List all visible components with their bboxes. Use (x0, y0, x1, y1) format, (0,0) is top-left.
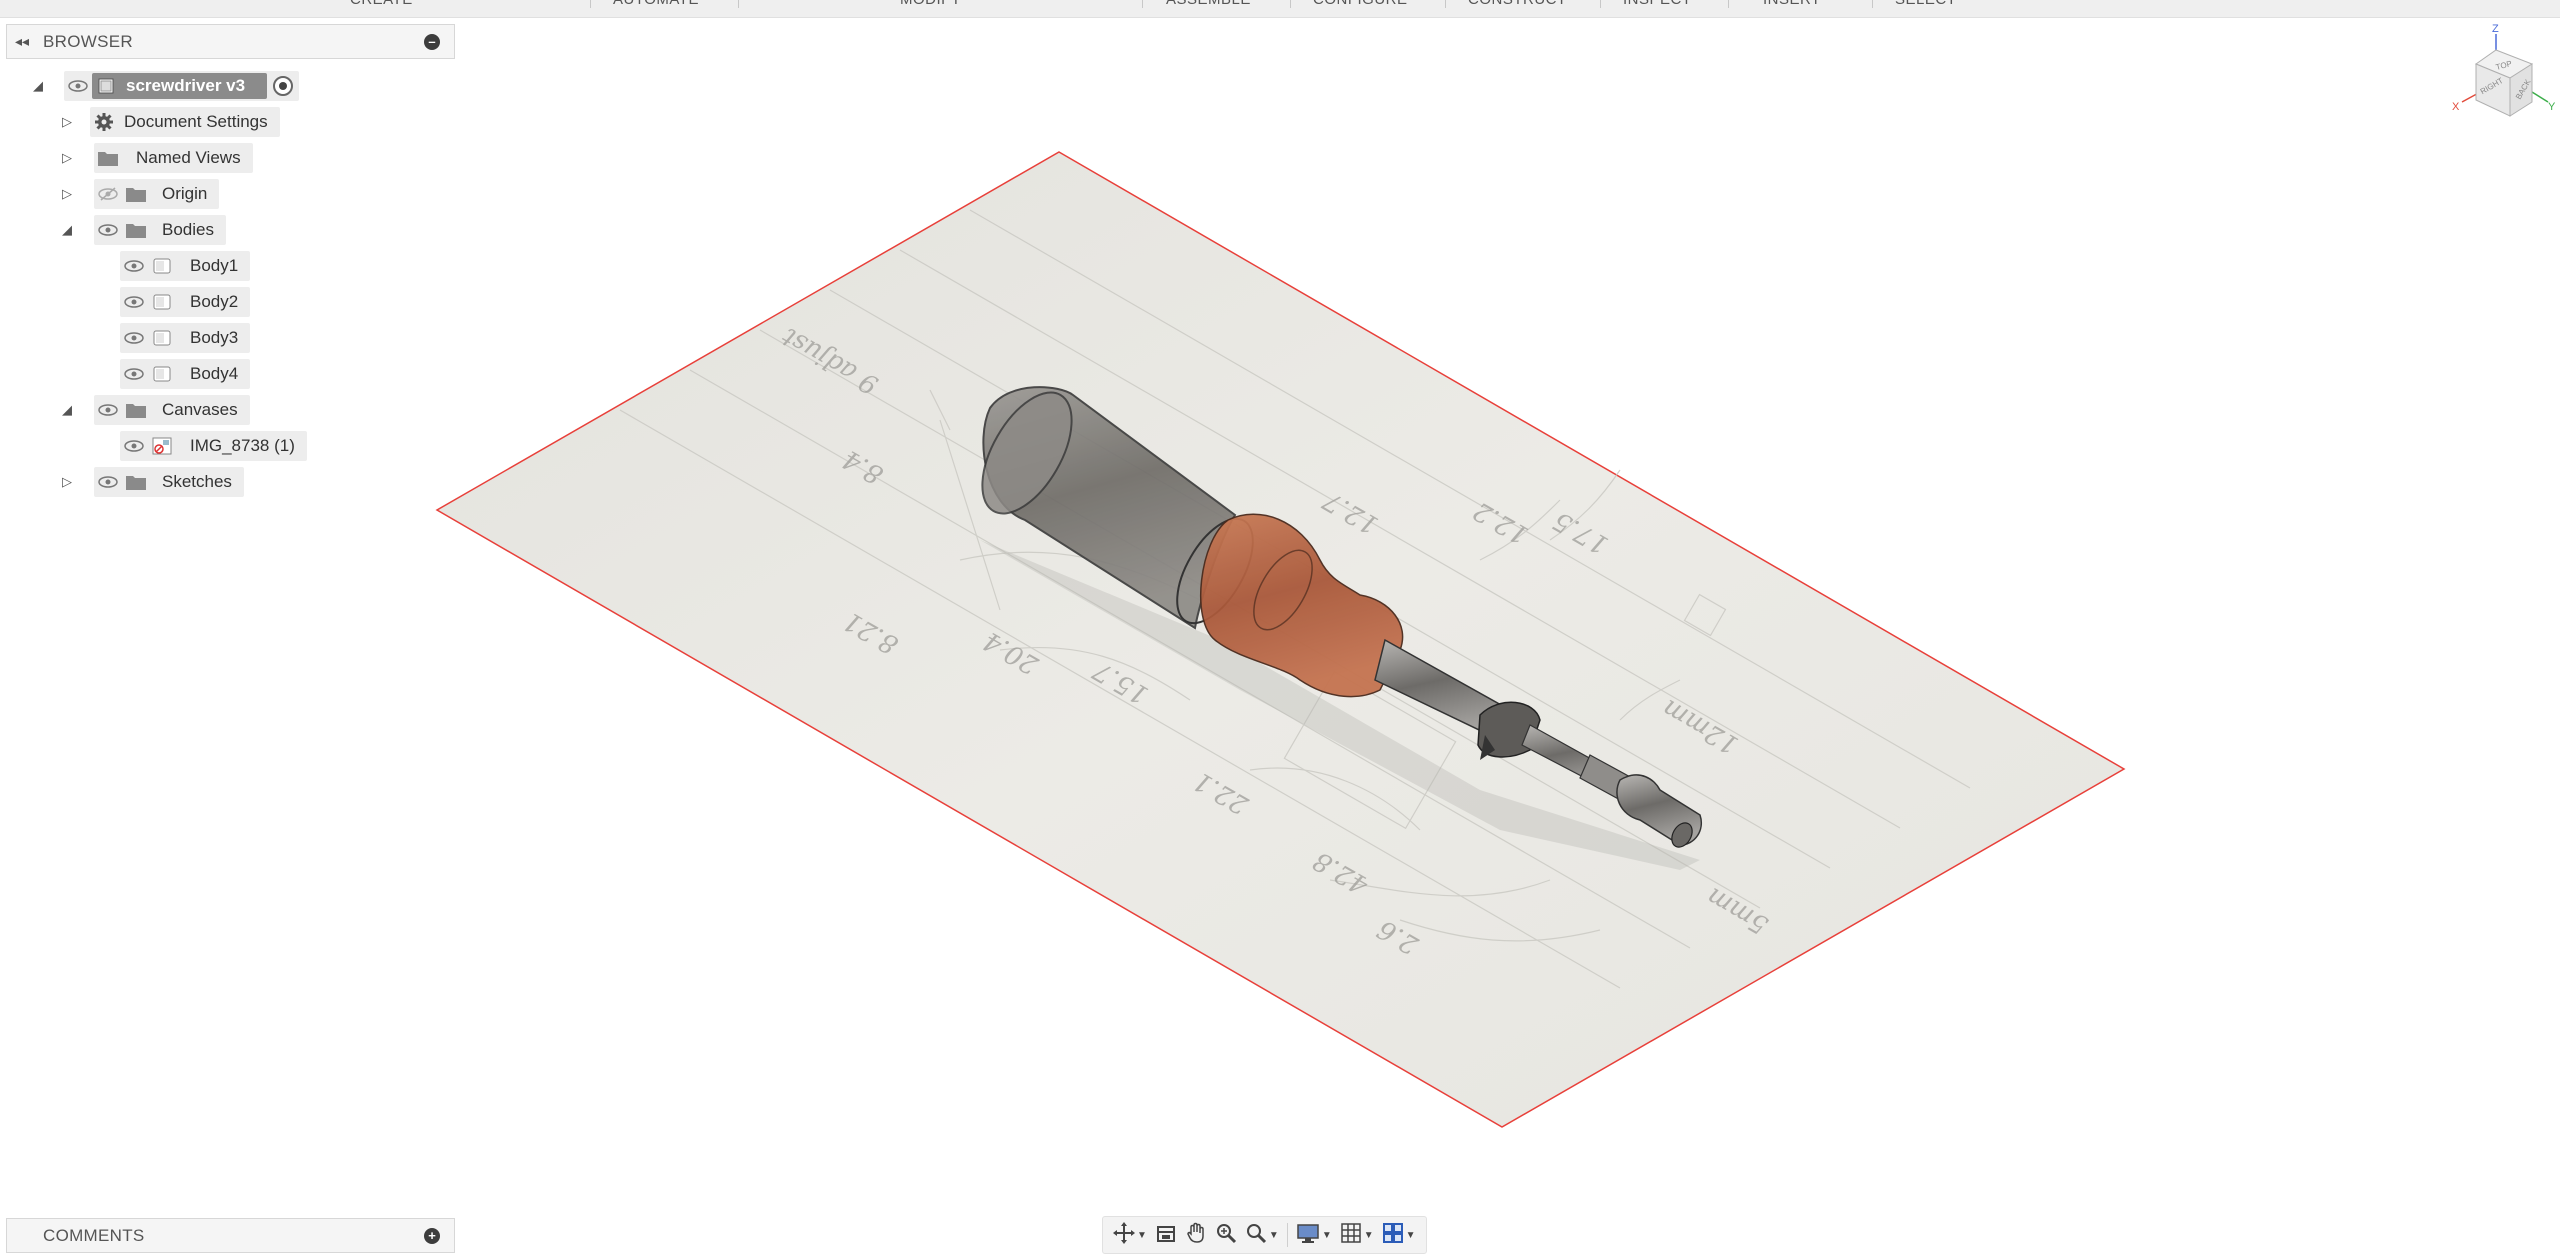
browser-title: BROWSER (43, 31, 133, 51)
browser-header: ◂◂ BROWSER – (6, 24, 455, 59)
comments-panel: COMMENTS + (6, 1218, 455, 1253)
tree-label: Bodies (162, 220, 214, 239)
tree-label: Sketches (162, 472, 232, 491)
body-icon (148, 251, 176, 281)
display-settings-icon (1296, 1222, 1320, 1249)
tree-body1[interactable]: Body1 (120, 251, 251, 281)
root-label: screwdriver v3 (126, 76, 246, 95)
navbar-separator (1286, 1223, 1288, 1247)
folder-icon (122, 467, 150, 497)
tree-named-views[interactable]: Named Views (94, 143, 253, 173)
tree-body3[interactable]: Body3 (120, 323, 251, 353)
chevron-down-icon[interactable]: ▼ (1137, 1230, 1147, 1241)
chevron-down-icon[interactable]: ▼ (1406, 1230, 1416, 1241)
zoom-button[interactable] (1211, 1218, 1241, 1252)
zoom-window-icon (1245, 1222, 1267, 1249)
body-icon (148, 287, 176, 317)
fusion-app-window: CREATE AUTOMATE MODIFY ASSEMBLE CONFIGUR… (0, 0, 2560, 1255)
tree-body2[interactable]: Body2 (120, 287, 251, 317)
grid-settings-icon (1340, 1222, 1362, 1249)
visibility-eye-icon[interactable] (64, 71, 92, 101)
visibility-eye-icon[interactable] (94, 215, 122, 245)
browser-minimize-button[interactable]: – (424, 33, 440, 50)
axis-y-label: Y (2548, 101, 2556, 113)
component-icon (92, 71, 120, 101)
visibility-eye-icon[interactable] (94, 467, 122, 497)
tree-origin[interactable]: Origin (94, 179, 220, 209)
comments-title: COMMENTS (43, 1225, 145, 1245)
viewports-icon (1382, 1222, 1404, 1249)
expand-origin-toggle[interactable]: ▷ (59, 186, 75, 202)
visibility-eye-icon[interactable] (120, 287, 148, 317)
tree-sketches[interactable]: Sketches (94, 467, 244, 497)
tree-document-settings[interactable]: Document Settings (90, 107, 280, 137)
3d-viewport[interactable]: 9 adjust 8.4 20.4 15.7 12.7 12.2 17.5 22… (0, 18, 2560, 1255)
tree-label: Named Views (136, 148, 241, 167)
expand-named-views-toggle[interactable]: ▷ (59, 150, 75, 166)
comments-header[interactable]: COMMENTS + (6, 1218, 455, 1253)
orbit-button[interactable]: ▼ (1109, 1218, 1151, 1252)
folder-icon (122, 179, 150, 209)
tree-canvases[interactable]: Canvases (94, 395, 250, 425)
viewports-button[interactable]: ▼ (1378, 1218, 1420, 1252)
look-at-button[interactable] (1151, 1218, 1181, 1252)
visibility-eye-icon[interactable] (120, 323, 148, 353)
tree-label: Origin (162, 184, 208, 203)
chevron-down-icon[interactable]: ▼ (1364, 1230, 1374, 1241)
visibility-eye-icon[interactable] (120, 359, 148, 389)
tree-label: IMG_8738 (1) (190, 436, 295, 455)
grid-settings-button[interactable]: ▼ (1336, 1218, 1378, 1252)
view-cube[interactable]: Z X Y TOP RIGHT BACK (2448, 20, 2558, 130)
display-settings-button[interactable]: ▼ (1292, 1218, 1336, 1252)
browser-panel: ◂◂ BROWSER – ◢ screwdriver v3 ▷ Document… (6, 24, 455, 497)
folder-icon (94, 143, 122, 173)
expand-sketches-toggle[interactable]: ▷ (59, 474, 75, 490)
canvas-image-icon (148, 431, 176, 461)
tree-root[interactable]: screwdriver v3 (64, 71, 300, 101)
folder-icon (122, 395, 150, 425)
collapse-panel-icon[interactable]: ◂◂ (7, 33, 37, 50)
zoom-icon (1215, 1222, 1237, 1249)
tree-label: Body4 (190, 364, 239, 383)
tree-canvas-image[interactable]: IMG_8738 (1) (120, 431, 307, 461)
look-at-icon (1155, 1222, 1177, 1249)
tree-label: Body3 (190, 328, 239, 347)
root-component-highlight[interactable]: screwdriver v3 (92, 71, 268, 101)
expand-canvases-toggle[interactable]: ◢ (59, 402, 75, 418)
hidden-eye-icon[interactable] (94, 179, 122, 209)
pan-icon (1185, 1222, 1207, 1249)
visibility-eye-icon[interactable] (120, 431, 148, 461)
navigation-bar: ▼ ▼ ▼ ▼ ▼ (1102, 1216, 1427, 1254)
expand-root-toggle[interactable]: ◢ (30, 78, 46, 94)
body-icon (148, 359, 176, 389)
expand-bodies-toggle[interactable]: ◢ (59, 222, 75, 238)
zoom-window-button[interactable]: ▼ (1241, 1218, 1283, 1252)
axis-x-label: X (2452, 101, 2460, 113)
gear-icon (90, 107, 118, 137)
orbit-icon (1113, 1221, 1135, 1249)
activate-component-radio[interactable] (273, 76, 294, 96)
tree-label: Canvases (162, 400, 238, 419)
chevron-down-icon[interactable]: ▼ (1322, 1230, 1332, 1241)
folder-icon (122, 215, 150, 245)
add-comment-button[interactable]: + (424, 1227, 440, 1244)
pan-button[interactable] (1181, 1218, 1211, 1252)
visibility-eye-icon[interactable] (120, 251, 148, 281)
viewport-scene: 9 adjust 8.4 20.4 15.7 12.7 12.2 17.5 22… (435, 151, 2126, 1128)
axis-z-label: Z (2492, 23, 2499, 35)
expand-document-settings-toggle[interactable]: ▷ (59, 114, 75, 130)
body-icon (148, 323, 176, 353)
tree-label: Body1 (190, 256, 239, 275)
visibility-eye-icon[interactable] (94, 395, 122, 425)
tree-body4[interactable]: Body4 (120, 359, 251, 389)
tree-bodies[interactable]: Bodies (94, 215, 226, 245)
tree-label: Document Settings (124, 112, 268, 131)
tree-label: Body2 (190, 292, 239, 311)
chevron-down-icon[interactable]: ▼ (1269, 1230, 1279, 1241)
